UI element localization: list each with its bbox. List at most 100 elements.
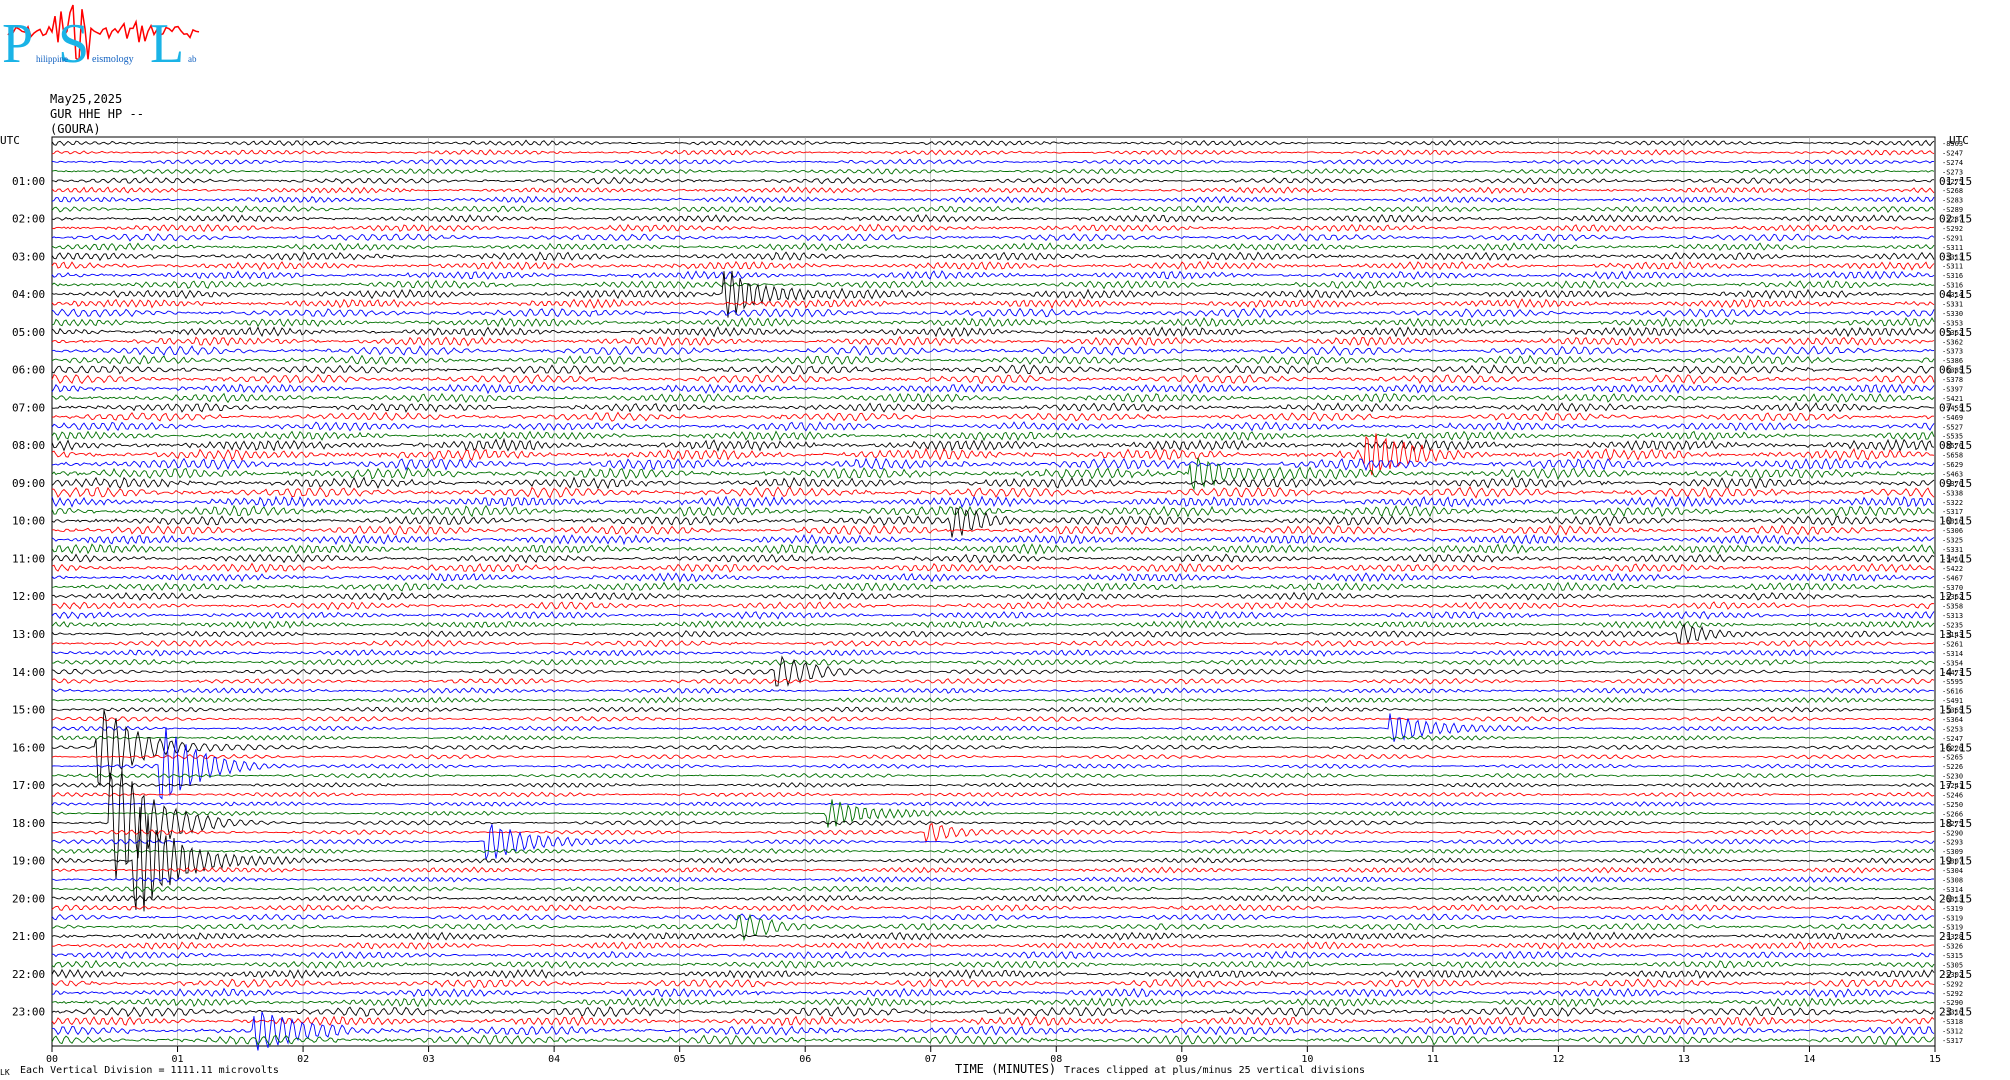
seismic-trace: [51, 913, 1935, 922]
hour-label-right: 22:15: [1939, 968, 1972, 981]
seismic-trace: [51, 242, 1935, 252]
seismic-trace: [51, 345, 1935, 357]
seismic-trace: [51, 158, 1935, 166]
hour-label-left: 06:00: [12, 364, 45, 377]
seismic-trace: [51, 433, 1935, 476]
trace-mean-label: -S316: [1942, 272, 1963, 280]
x-tick-label: 13: [1678, 1054, 1690, 1065]
hour-label-right: 13:15: [1939, 628, 1972, 641]
hour-label-right: 01:15: [1939, 175, 1972, 188]
x-tick-label: 03: [423, 1054, 435, 1065]
seismic-trace: [51, 270, 1935, 318]
hour-label-left: 14:00: [12, 666, 45, 679]
seismic-trace: [51, 782, 1935, 788]
x-tick-label: 10: [1301, 1054, 1313, 1065]
seismic-trace: [51, 950, 1935, 960]
seismic-trace: [51, 772, 1934, 779]
seismic-trace: [51, 307, 1935, 319]
hour-label-left: 03:00: [12, 250, 45, 263]
hour-label-left: 05:00: [12, 326, 45, 339]
seismic-trace: [51, 941, 1934, 951]
seismic-trace: [51, 476, 1935, 490]
trace-mean-label: -S319: [1942, 914, 1963, 922]
seismic-trace: [51, 411, 1935, 422]
seismic-trace: [51, 421, 1935, 432]
seismic-trace: [51, 1015, 1935, 1027]
trace-mean-label: -S364: [1942, 716, 1963, 724]
seismic-trace: [51, 168, 1935, 175]
seismic-trace: [51, 195, 1935, 204]
trace-mean-label: -S616: [1942, 688, 1963, 696]
seismic-trace: [51, 457, 1935, 472]
seismic-trace: [51, 800, 1935, 807]
hour-label-right: 23:15: [1939, 1006, 1972, 1019]
x-tick-label: 01: [172, 1054, 184, 1065]
seismic-trace: [51, 968, 1935, 980]
hour-label-left: 18:00: [12, 817, 45, 830]
seismic-trace: [51, 931, 1935, 941]
seismic-trace: [51, 959, 1935, 969]
x-tick-label: 05: [674, 1054, 686, 1065]
x-tick-label: 11: [1427, 1054, 1439, 1065]
hour-label-left: 01:00: [12, 175, 45, 188]
seismic-trace: [51, 894, 1935, 903]
seismic-trace: [51, 383, 1935, 395]
seismic-trace: [51, 601, 1935, 611]
trace-mean-label: -S268: [1942, 187, 1963, 195]
seismic-trace: [51, 486, 1935, 499]
seismic-trace: [51, 753, 1935, 760]
utc-label-right: UTC: [1949, 134, 1969, 147]
trace-mean-label: -S247: [1942, 149, 1963, 157]
hour-label-left: 11:00: [12, 552, 45, 565]
hour-label-right: 02:15: [1939, 213, 1972, 226]
trace-mean-label: -S274: [1942, 159, 1963, 167]
hour-label-left: 08:00: [12, 439, 45, 452]
helicorder-plot: -8563-S247-S274-S273-S275-S268-S283-S289…: [0, 134, 1972, 1065]
seismic-trace: [51, 562, 1935, 574]
seismic-trace: [51, 791, 1935, 798]
trace-mean-label: -S265: [1942, 754, 1963, 762]
hour-label-right: 15:15: [1939, 704, 1972, 717]
seismic-trace: [51, 364, 1935, 375]
seismic-trace: [51, 223, 1935, 233]
seismic-trace: [51, 298, 1935, 310]
seismic-trace: [51, 987, 1935, 999]
seismic-trace: [51, 687, 1935, 695]
seismic-trace: [51, 213, 1935, 224]
hour-label-left: 23:00: [12, 1006, 45, 1019]
seismic-trace: [51, 373, 1935, 385]
x-tick-label: 07: [925, 1054, 937, 1065]
hour-label-left: 04:00: [12, 288, 45, 301]
trace-mean-label: -S226: [1942, 763, 1963, 771]
seismic-trace: [51, 885, 1935, 893]
trace-mean-label: -S658: [1942, 452, 1963, 460]
hour-label-left: 09:00: [12, 477, 45, 490]
trace-mean-label: -S326: [1942, 943, 1963, 951]
seismic-trace: [51, 591, 1935, 601]
hour-label-right: 03:15: [1939, 250, 1972, 263]
seismic-trace: [51, 1034, 1935, 1046]
seismic-trace: [51, 495, 1935, 509]
trace-mean-label: -S378: [1942, 376, 1963, 384]
utc-label-left: UTC: [0, 134, 20, 147]
trace-mean-label: -S293: [1942, 839, 1963, 847]
trace-mean-label: -S261: [1942, 640, 1963, 648]
seismic-trace: [51, 401, 1935, 413]
hour-label-right: 19:15: [1939, 855, 1972, 868]
trace-mean-label: -S312: [1942, 1028, 1963, 1036]
trace-mean-label: -S362: [1942, 338, 1963, 346]
trace-mean-label: -S283: [1942, 197, 1963, 205]
clip-note: Traces clipped at plus/minus 25 vertical…: [1064, 1065, 1366, 1076]
seismic-trace: [51, 639, 1935, 648]
trace-mean-label: -S292: [1942, 980, 1963, 988]
trace-mean-label: -S397: [1942, 385, 1963, 393]
hour-label-right: 09:15: [1939, 477, 1972, 490]
seismic-trace: [51, 533, 1935, 546]
hour-label-left: 02:00: [12, 213, 45, 226]
x-axis-label: TIME (MINUTES): [955, 1062, 1057, 1076]
seismic-trace: [51, 457, 1935, 491]
trace-mean-label: -S308: [1942, 876, 1963, 884]
trace-mean-label: -S331: [1942, 301, 1963, 309]
seismic-trace: [51, 824, 1935, 860]
hour-label-left: 12:00: [12, 590, 45, 603]
